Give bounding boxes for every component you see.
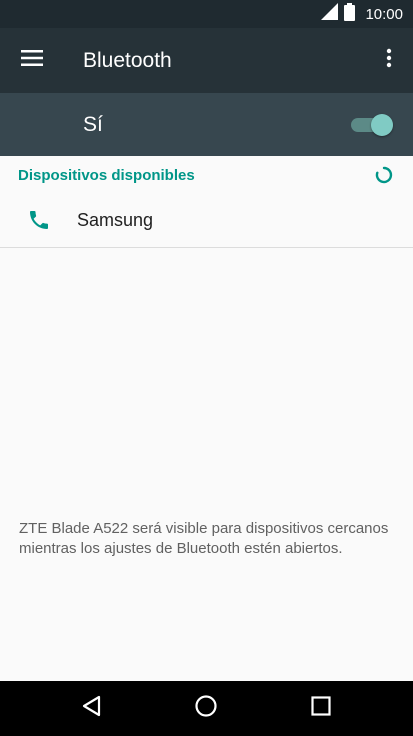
bluetooth-master-switch-bar[interactable]: Sí xyxy=(0,93,413,156)
available-devices-header: Dispositivos disponibles xyxy=(0,156,413,194)
status-bar: 10:00 xyxy=(0,0,413,28)
bluetooth-toggle-switch[interactable] xyxy=(351,112,393,138)
progress-spinner-icon xyxy=(374,165,394,185)
more-vert-icon xyxy=(386,48,392,73)
system-nav-bar xyxy=(0,681,413,736)
visibility-note: ZTE Blade A522 será visible para disposi… xyxy=(19,520,389,557)
status-time: 10:00 xyxy=(365,5,403,23)
divider xyxy=(0,247,413,248)
available-devices-title: Dispositivos disponibles xyxy=(18,166,195,184)
recents-button[interactable] xyxy=(291,681,351,736)
phone-icon xyxy=(27,208,51,232)
back-button[interactable] xyxy=(62,681,122,736)
page-title: Bluetooth xyxy=(83,48,172,72)
hamburger-menu-icon xyxy=(21,50,43,71)
switch-state-label: Sí xyxy=(83,112,103,136)
home-button[interactable] xyxy=(176,681,236,736)
app-bar: Bluetooth xyxy=(0,28,413,93)
more-options-button[interactable] xyxy=(365,28,413,93)
battery-icon xyxy=(344,2,356,26)
recents-icon xyxy=(311,696,331,721)
back-icon xyxy=(82,695,102,722)
bluetooth-settings-screen: 10:00 Bluetooth Sí Dispositivos disponib… xyxy=(0,0,413,736)
menu-button[interactable] xyxy=(0,28,64,93)
device-name: Samsung xyxy=(77,209,154,230)
home-icon xyxy=(194,694,218,723)
list-item-device[interactable]: Samsung xyxy=(0,194,413,246)
signal-icon xyxy=(321,3,339,25)
toggle-thumb xyxy=(371,113,393,136)
